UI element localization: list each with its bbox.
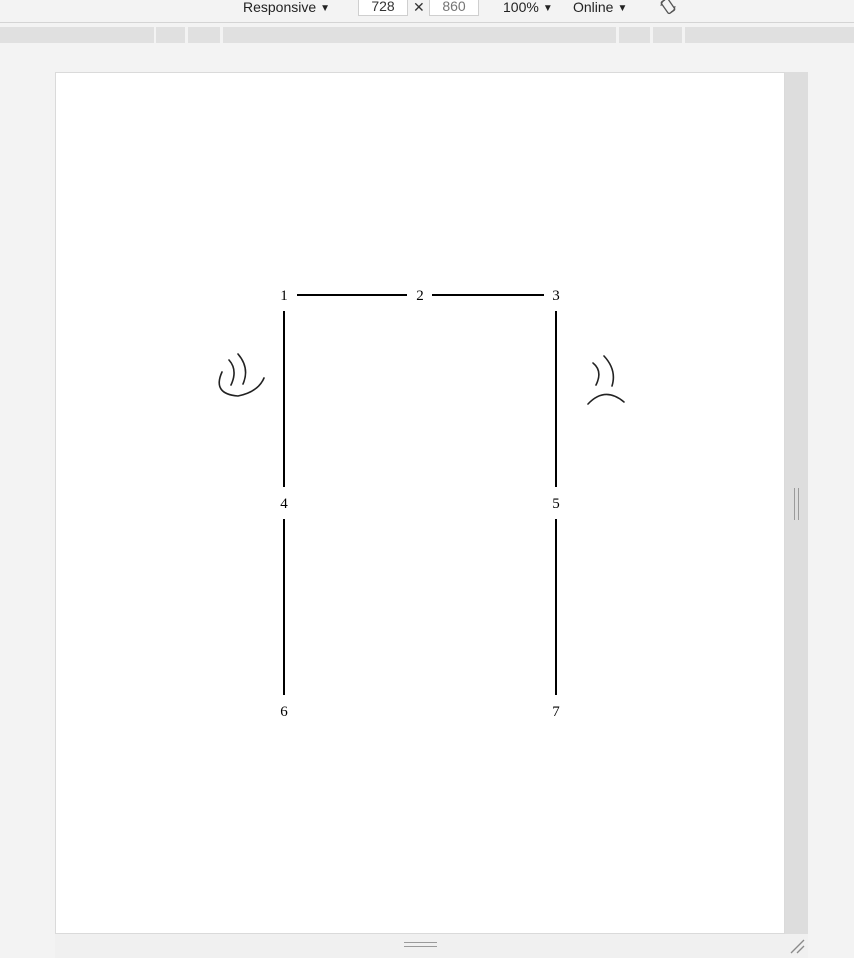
- zoom-select-label: 100%: [503, 0, 539, 15]
- device-toolbar: Responsive▼ ✕ 100%▼ Online▼: [0, 0, 854, 23]
- throttle-select[interactable]: Online ▼: [573, 0, 627, 14]
- corner-resize-grip-icon[interactable]: [788, 937, 806, 955]
- media-query-segment[interactable]: [0, 27, 155, 43]
- chevron-down-icon: ▼: [542, 3, 553, 14]
- media-query-segment[interactable]: [619, 27, 651, 43]
- dimension-separator: ✕: [413, 0, 425, 15]
- media-query-segment[interactable]: [653, 27, 683, 43]
- device-select-label: Responsive: [243, 0, 317, 15]
- bottom-resize-grip-icon[interactable]: [404, 942, 437, 947]
- chevron-down-icon: ▼: [320, 3, 331, 14]
- media-query-segment[interactable]: [156, 27, 186, 43]
- throttle-select-label: Online: [573, 0, 614, 15]
- chevron-down-icon: ▼: [617, 3, 628, 14]
- zoom-select[interactable]: 100% ▼: [503, 0, 553, 14]
- media-query-segment[interactable]: [685, 27, 854, 43]
- device-select[interactable]: Responsive ▼: [243, 0, 330, 14]
- height-input[interactable]: [429, 0, 479, 16]
- right-resize-grip-icon[interactable]: [794, 488, 799, 520]
- device-viewport: [55, 72, 785, 934]
- rotate-icon[interactable]: [659, 0, 677, 15]
- media-query-segment[interactable]: [223, 27, 617, 43]
- media-query-bar: [0, 25, 854, 45]
- media-query-segment[interactable]: [188, 27, 221, 43]
- width-input[interactable]: [358, 0, 408, 16]
